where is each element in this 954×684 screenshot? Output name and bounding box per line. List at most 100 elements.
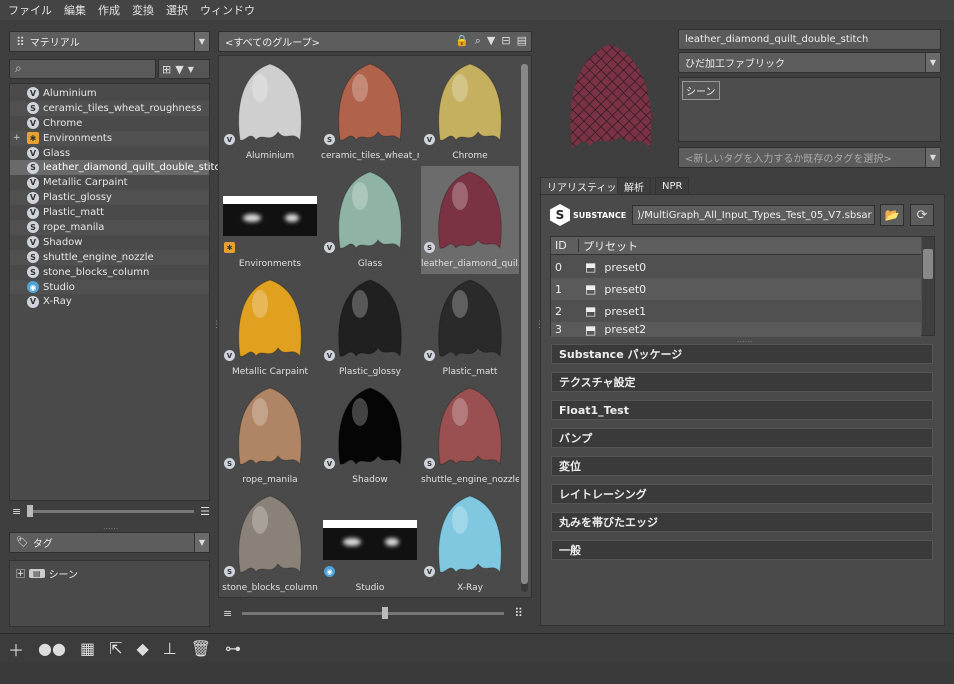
toggle-icon[interactable]: ⊟ [501,34,510,48]
spheres-icon[interactable]: ●● [38,639,66,658]
filter-icon[interactable]: ▼ [175,63,183,76]
menu-edit[interactable]: 編集 [64,2,86,18]
tag-dropdown[interactable]: 🏷 タグ ▼ [9,532,210,553]
material-tile[interactable]: V Glass [321,166,419,274]
list-icon[interactable]: ≡ [223,607,232,620]
preset-id-header[interactable]: ID [551,239,579,252]
material-tile[interactable]: V Chrome [421,58,519,166]
grid-scrollbar[interactable] [521,64,528,592]
filter-icon[interactable]: ▼ [487,34,495,48]
menu-window[interactable]: ウィンドウ [200,2,255,18]
clean-icon[interactable]: ⊥ [163,639,177,658]
section-header[interactable]: Substance パッケージ [551,344,933,364]
chevron-down-icon: ▼ [194,32,209,51]
tree-item[interactable]: V Plastic_glossy [10,190,209,206]
shapes-icon[interactable]: ◆ [136,639,148,658]
eye-icon: ◉ [27,281,39,294]
category-dropdown[interactable]: ⠿ マテリアル ▼ [9,31,210,52]
thumbnail-size-slider[interactable] [242,606,505,619]
menu-file[interactable]: ファイル [8,2,52,18]
material-tile[interactable]: Srope_manila [221,382,319,490]
list-icon[interactable]: ≡ [12,505,21,518]
tile-badge-icon: V [424,350,435,361]
tree-item[interactable]: Sleather_diamond_quilt_double_stitch [10,160,226,176]
material-tile[interactable]: V Plastic_glossy [321,274,419,382]
material-tile[interactable]: ✱ Environments [221,166,319,274]
material-tile[interactable]: V Shadow [321,382,419,490]
tag-icon[interactable]: ▤ [517,34,527,48]
preset-row[interactable]: 0 ⬒ preset0 [551,256,921,278]
material-tile[interactable]: Sceramic_tiles_wheat_r... [321,58,419,166]
tree-item[interactable]: Sshuttle_engine_nozzle [10,249,209,265]
tree-item[interactable]: V Glass [10,146,209,161]
section-header[interactable]: テクスチャ設定 [551,372,933,392]
menu-convert[interactable]: 変換 [132,2,154,18]
tree-item[interactable]: Sceramic_tiles_wheat_roughness [10,100,209,116]
preset-scrollbar[interactable] [922,237,934,335]
add-icon[interactable]: ＋ [8,637,24,661]
splitter-handle[interactable]: ⋮ [212,320,221,330]
section-header[interactable]: Float1_Test [551,400,933,420]
section-header[interactable]: 丸みを帯びたエッジ [551,512,933,532]
expand-icon[interactable]: + [16,569,25,579]
preset-row[interactable]: 2 ⬒ preset1 [551,300,921,322]
tree-item[interactable]: ◉ Studio [10,279,209,295]
search-icon[interactable]: ⌕ [475,34,481,48]
icon-size-slider[interactable] [27,504,195,517]
material-icon: V [27,236,39,249]
tile-badge-icon: V [424,566,435,577]
menu-create[interactable]: 作成 [98,2,120,18]
tree-item[interactable]: V Shadow [10,235,209,250]
section-header[interactable]: 一般 [551,540,933,560]
menu-select[interactable]: 選択 [166,2,188,18]
tree-item[interactable]: V Metallic Carpaint [10,175,209,190]
search-input[interactable]: ⌕ [9,59,156,79]
material-tile[interactable]: Sleather_diamond_quil... [421,166,519,274]
material-tile[interactable]: V X-Ray [421,490,519,598]
tag-input-dropdown[interactable]: <新しいタグを入力するか既存のタグを選択> ▼ [678,147,941,168]
sbsar-path-field[interactable]: )/MultiGraph_All_Input_Types_Test_05_V7.… [632,205,875,225]
tree-item[interactable]: Sstone_blocks_column [10,265,209,280]
tree-item-label: leather_diamond_quilt_double_stitch [43,162,227,174]
tree-item[interactable]: + ✱ Environments [10,130,209,146]
tree-item[interactable]: V Plastic_matt [10,205,209,220]
tab-analysis[interactable]: 解析 [617,177,651,195]
material-tile[interactable]: ◉ Studio [321,490,419,598]
material-tile[interactable]: V Aluminium [221,58,319,166]
tree-item[interactable]: V Aluminium [10,86,209,101]
chevron-down-icon[interactable]: ▼ [188,65,194,74]
section-header[interactable]: 変位 [551,456,933,476]
material-tile[interactable]: V Plastic_matt [421,274,519,382]
material-tile[interactable]: Sshuttle_engine_nozzle [421,382,519,490]
grid-view-icon[interactable]: ⠿ [514,606,523,620]
material-name-field[interactable]: leather_diamond_quilt_double_stitch [678,29,941,50]
section-header[interactable]: バンプ [551,428,933,448]
pick-material-icon[interactable]: ⇱ [109,639,122,658]
tree-item[interactable]: V Chrome [10,116,209,131]
node-graph-icon[interactable]: ⊶ [225,639,241,658]
trash-icon[interactable]: 🗑 [191,639,211,658]
reload-button[interactable]: ⟳ [910,204,934,226]
material-tile[interactable]: V Metallic Carpaint [221,274,319,382]
lock-icon[interactable]: 🔒 [455,34,469,48]
tree-item[interactable]: Srope_manila [10,220,209,235]
expand-icon[interactable]: + [13,133,21,143]
tab-npr[interactable]: NPR [655,177,690,195]
group-dropdown[interactable]: <すべてのグループ> 🔒 ⌕ ▼ ⊟ ▤ [218,31,532,52]
detail-list-icon[interactable]: ☰ [200,505,210,518]
preset-row[interactable]: 1 ⬒ preset0 [551,278,921,300]
hierarchy-icon[interactable]: ⊞ [162,63,171,76]
assign-grid-icon[interactable]: ▦ [80,639,95,658]
material-tile[interactable]: Sstone_blocks_column [221,490,319,598]
zoom-row: ≡ ☰ [9,503,210,519]
splitter-handle[interactable]: ...... [103,522,118,531]
tag-chip[interactable]: シーン [682,81,720,100]
open-folder-button[interactable]: 📂 [880,204,904,226]
tag-tree-item[interactable]: + ▤ シーン [10,561,209,586]
splitter-handle[interactable]: ...... [737,335,752,344]
material-type-dropdown[interactable]: ひだ加工ファブリック ▼ [678,52,941,73]
preset-row[interactable]: 3 ⬒ preset2 [551,322,921,337]
section-header[interactable]: レイトレーシング [551,484,933,504]
preset-name-header[interactable]: プリセット [579,238,638,254]
tree-item[interactable]: V X-Ray [10,294,209,309]
